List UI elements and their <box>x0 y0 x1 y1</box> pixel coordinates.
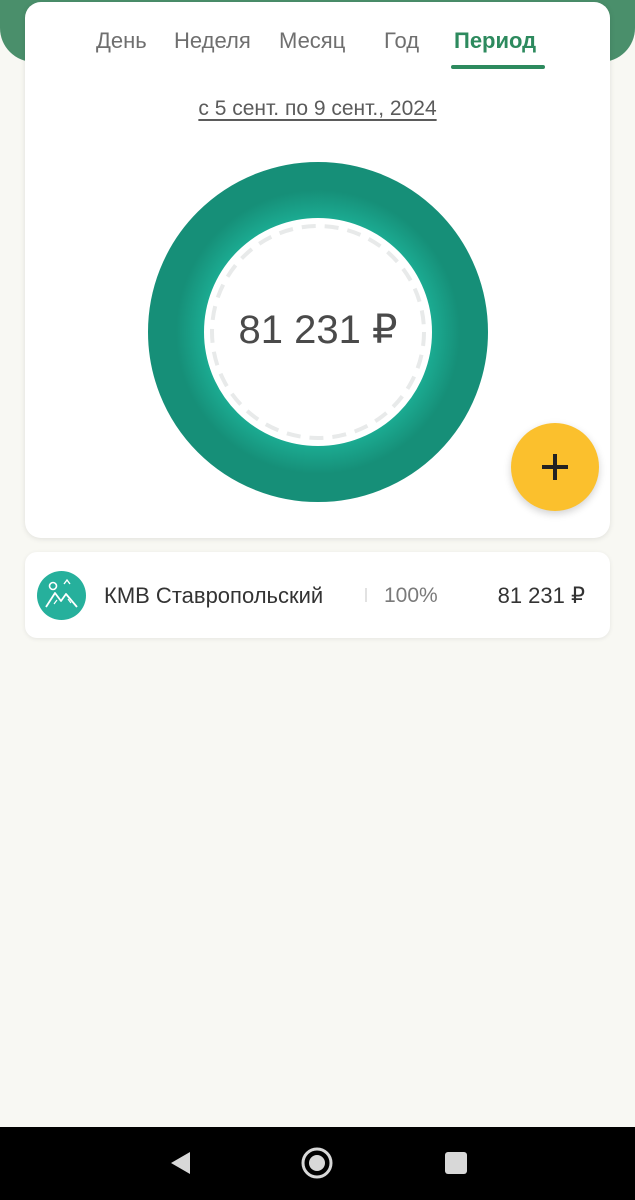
category-name: КМВ Ставропольский <box>104 583 324 608</box>
system-nav-bar <box>0 1127 635 1200</box>
tab-year[interactable]: Год <box>384 28 419 54</box>
add-button[interactable] <box>511 423 599 511</box>
plus-icon <box>542 454 568 480</box>
category-percent: 100% <box>384 584 438 607</box>
category-divider <box>365 588 367 602</box>
active-tab-indicator <box>451 65 545 69</box>
period-tabs: День Неделя Месяц Год Период <box>25 28 610 72</box>
summary-card: День Неделя Месяц Год Период с 5 сент. п… <box>25 2 610 538</box>
recents-icon[interactable] <box>444 1151 468 1175</box>
total-amount: 81 231 ₽ <box>238 308 398 352</box>
mountains-icon <box>45 578 78 608</box>
tab-day[interactable]: День <box>96 28 147 54</box>
back-icon[interactable] <box>168 1150 192 1176</box>
category-amount: 81 231 ₽ <box>497 583 585 608</box>
period-range-link[interactable]: с 5 сент. по 9 сент., 2024 <box>25 97 610 121</box>
tab-month[interactable]: Месяц <box>279 28 345 54</box>
category-row[interactable]: КМВ Ставропольский 100% 81 231 ₽ <box>25 552 610 638</box>
category-avatar <box>37 571 86 620</box>
tab-period[interactable]: Период <box>454 28 536 54</box>
home-icon[interactable] <box>301 1147 333 1179</box>
tab-week[interactable]: Неделя <box>174 28 251 54</box>
